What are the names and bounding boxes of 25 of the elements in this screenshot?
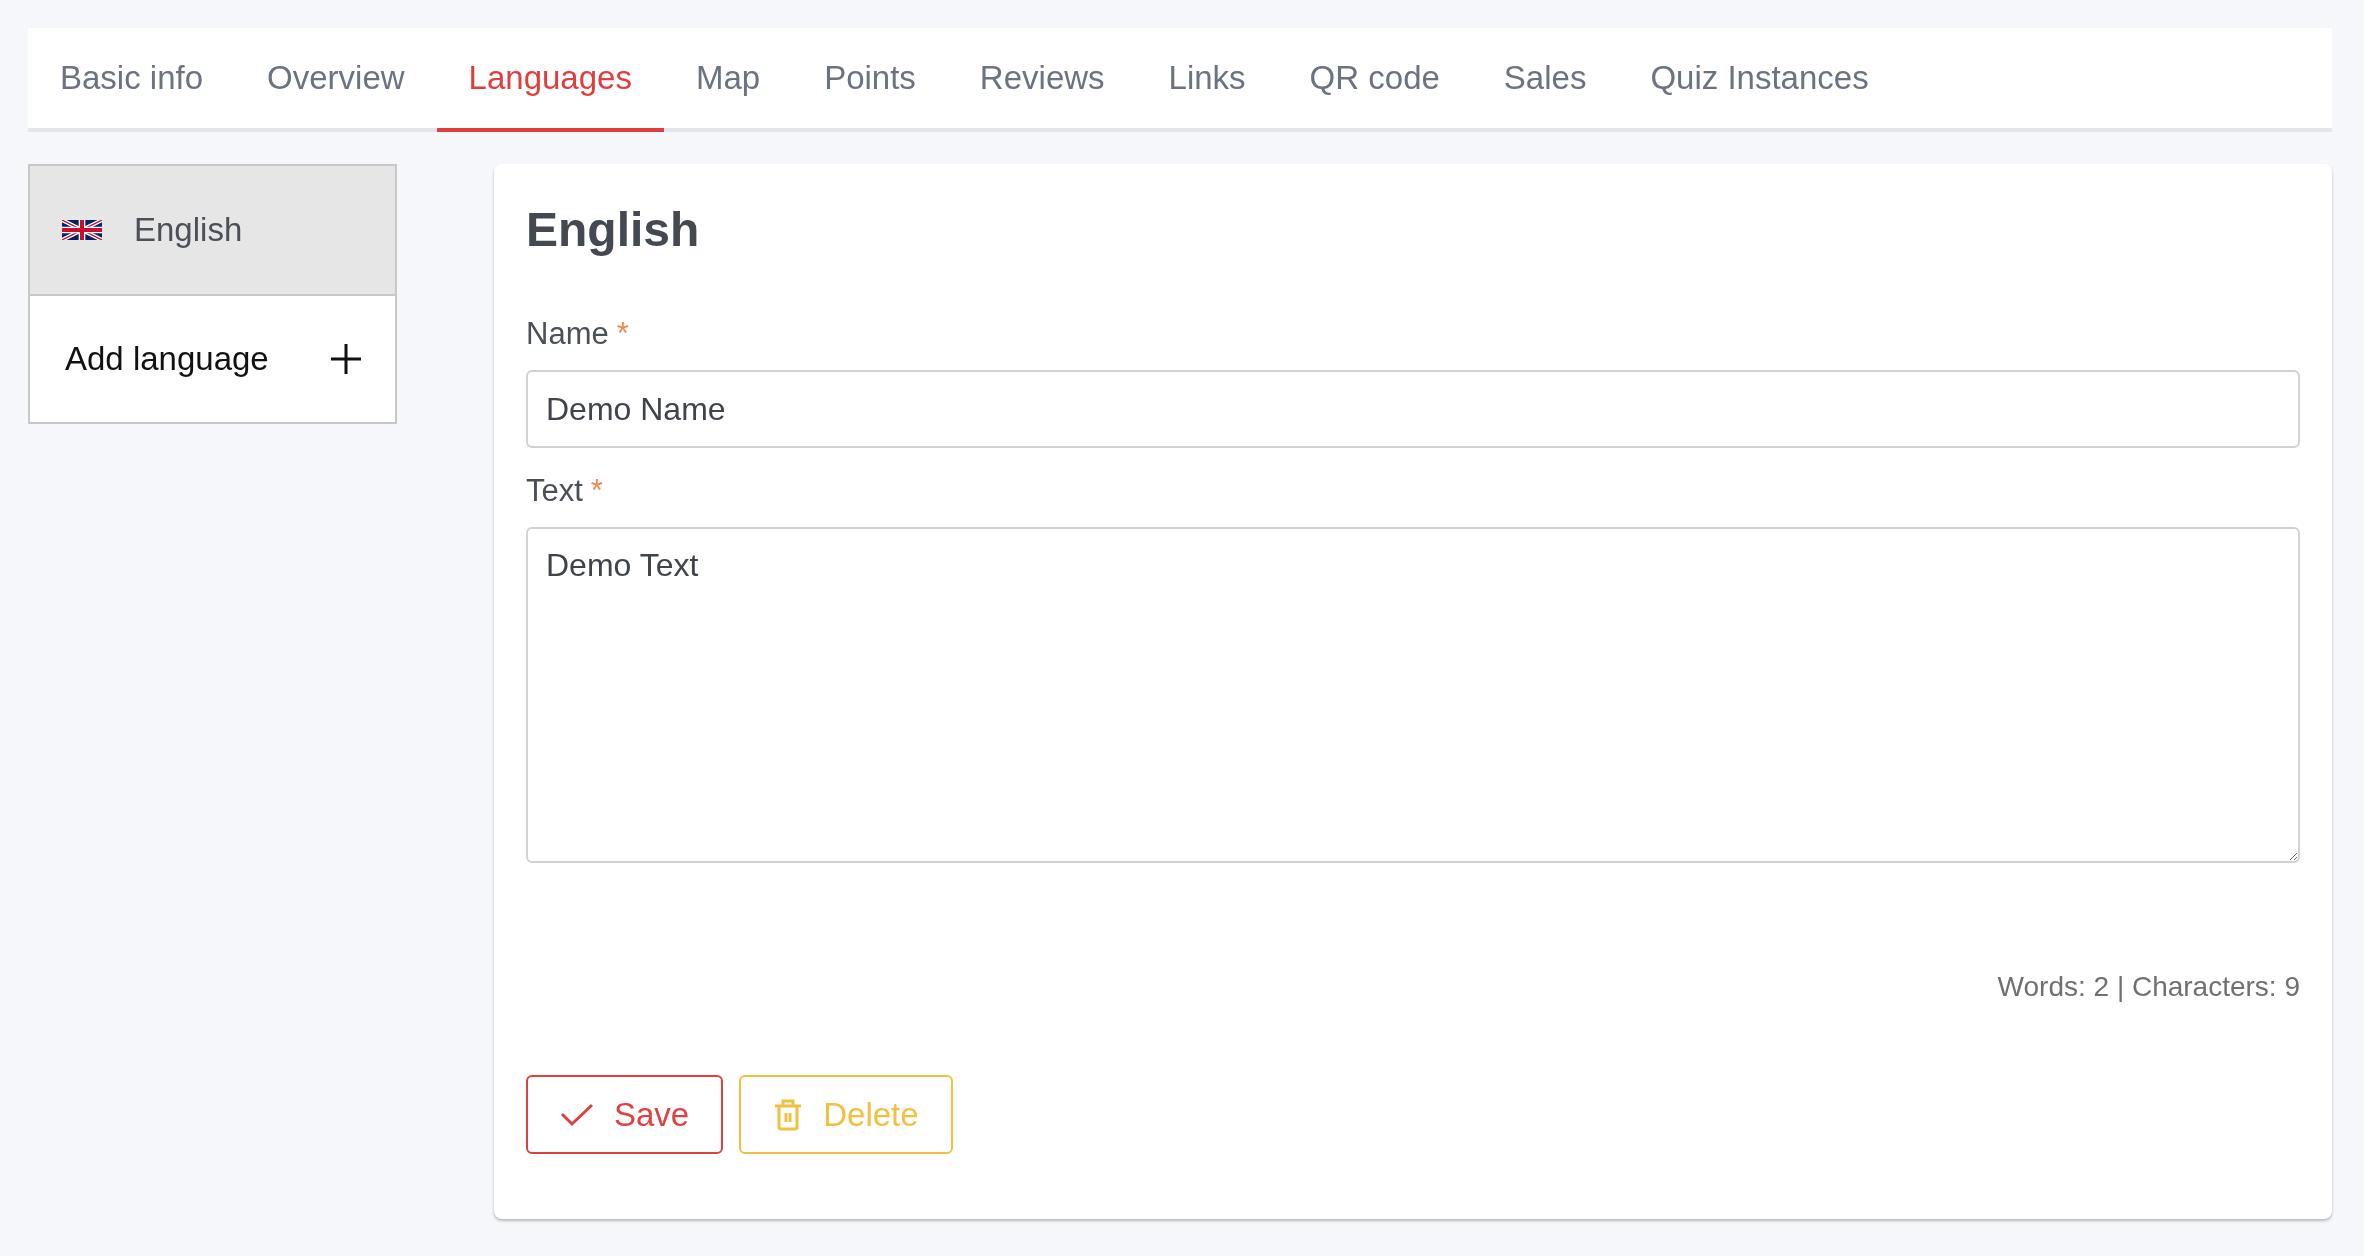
flag-icon	[62, 220, 102, 240]
language-item[interactable]: English	[30, 166, 395, 296]
tab[interactable]: Quiz Instances	[1618, 28, 1901, 132]
field-label: Name	[526, 316, 609, 352]
word-counter: Words: 2 | Characters: 9	[1996, 971, 2300, 1003]
check-icon	[560, 1102, 594, 1127]
tab[interactable]: Map	[663, 28, 793, 132]
tab[interactable]: Reviews	[947, 28, 1137, 132]
trash-icon	[773, 1098, 804, 1131]
tab[interactable]: Links	[1136, 28, 1278, 132]
name-input[interactable]: Demo Name	[526, 370, 2300, 448]
editor-title: English	[526, 202, 701, 257]
tab[interactable]: Basic info	[28, 28, 236, 132]
required-mark: *	[616, 316, 629, 352]
tab[interactable]: Sales	[1471, 28, 1619, 132]
tab[interactable]: QR code	[1277, 28, 1472, 132]
save-button[interactable]: Save	[526, 1075, 724, 1154]
tab[interactable]: Points	[792, 28, 948, 132]
language-name: English	[134, 211, 243, 249]
plus-icon	[329, 342, 363, 376]
tab[interactable]: Languages	[436, 28, 664, 132]
text-area[interactable]: Demo Text	[526, 527, 2300, 863]
tab[interactable]: Overview	[235, 28, 437, 132]
field-label: Text	[526, 473, 583, 509]
required-mark: *	[590, 473, 603, 509]
